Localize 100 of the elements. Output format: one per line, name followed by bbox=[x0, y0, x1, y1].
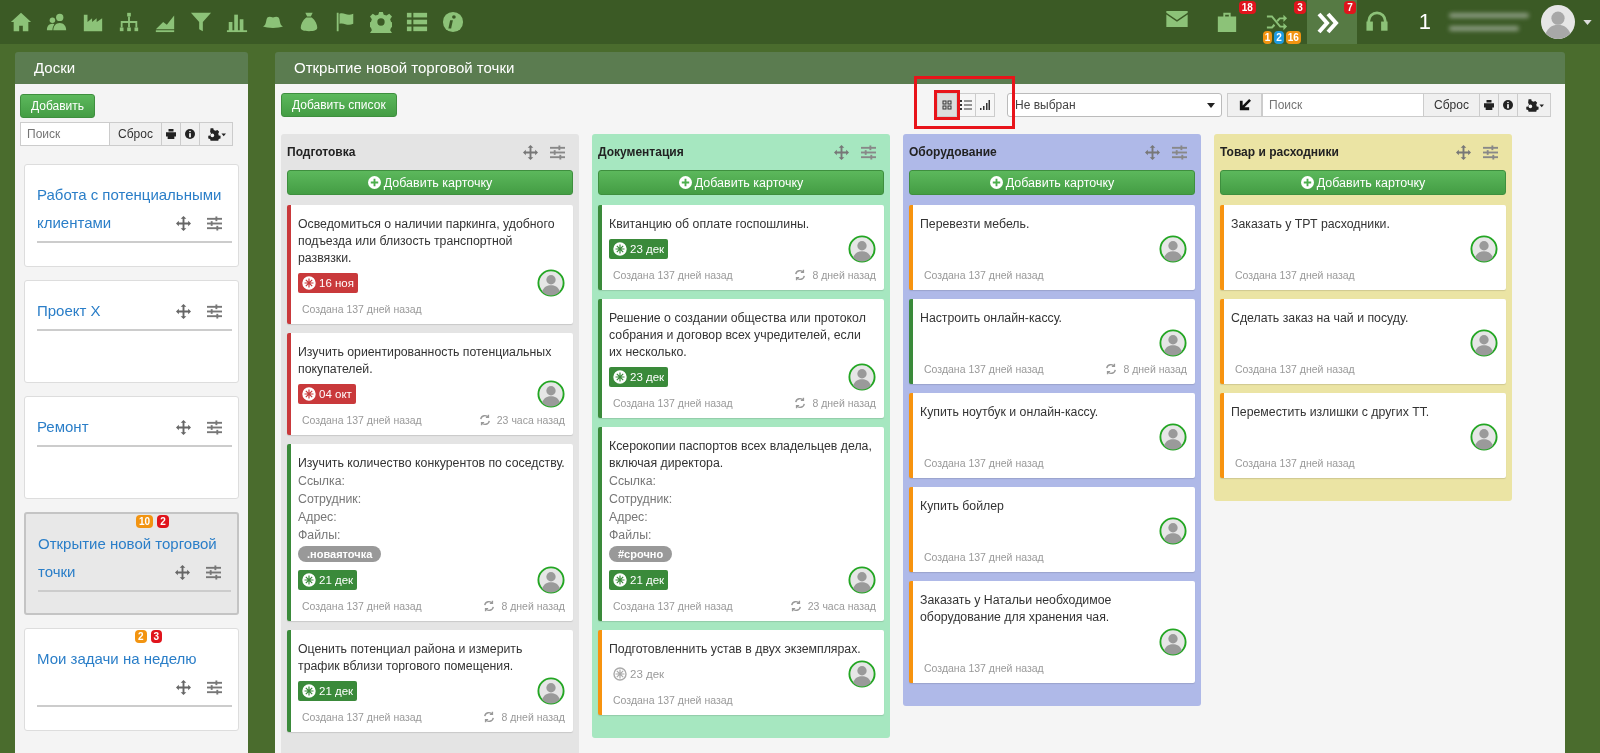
task-card[interactable]: Квитанцию об оплате госпошлины. 23 дек Создана 137 дней назад 8 дней назад bbox=[598, 205, 884, 290]
field-label: Адрес: bbox=[298, 509, 338, 526]
header-button[interactable]: 18 bbox=[1206, 0, 1257, 44]
board-title[interactable]: Мои задачи на неделю bbox=[37, 645, 232, 701]
task-card[interactable]: Перевезти мебель. Создана 137 дней назад bbox=[909, 205, 1195, 290]
search-field[interactable]: Поиск bbox=[1262, 93, 1424, 117]
print-button[interactable] bbox=[1480, 93, 1499, 117]
move-icon[interactable] bbox=[523, 144, 538, 160]
settings-icon[interactable] bbox=[370, 11, 392, 33]
home-icon[interactable] bbox=[10, 11, 32, 33]
sliders-icon[interactable] bbox=[207, 420, 222, 435]
sliders-icon[interactable] bbox=[1483, 144, 1498, 160]
task-card[interactable]: Решение о создании общества или протокол собрания и договор всех учредителей, если их несколько. 23 дек Создана 137 дней назад 8 дней назад bbox=[598, 299, 884, 418]
avatar-icon[interactable] bbox=[1541, 5, 1575, 39]
avatar-icon[interactable] bbox=[1470, 329, 1498, 357]
users-icon[interactable] bbox=[46, 11, 68, 33]
filter-select[interactable]: Не выбран bbox=[1007, 93, 1222, 117]
board-title[interactable]: Открытие новой торговой точки bbox=[38, 530, 231, 586]
move-icon[interactable] bbox=[176, 680, 191, 695]
task-card[interactable]: Заказать у ТРТ расходники. Создана 137 дней назад bbox=[1220, 205, 1506, 290]
reset-button[interactable]: Сброс bbox=[1424, 93, 1480, 117]
sliders-icon[interactable] bbox=[1172, 144, 1187, 160]
task-card[interactable]: Изучить количество конкурентов по соседству. Ссылка: Сотрудник: Адрес: Файлы: .новаяточка 21 дек Создана 137 дней назад 8 дней назад bbox=[287, 444, 573, 621]
task-card[interactable]: Настроить онлайн-кассу. Создана 137 дней назад 8 дней назад bbox=[909, 299, 1195, 384]
hierarchy-icon[interactable] bbox=[118, 11, 140, 33]
notification-badge: 3 bbox=[1294, 1, 1306, 14]
board-title[interactable]: Работа с потенциальными клиентами bbox=[37, 181, 232, 237]
add-card-button[interactable]: Добавить карточку bbox=[909, 170, 1195, 195]
bars-view-button[interactable] bbox=[975, 93, 995, 117]
avatar-icon[interactable] bbox=[537, 380, 565, 408]
flag-icon[interactable] bbox=[334, 11, 356, 33]
task-card[interactable]: Изучить ориентированность потенциальных покупателей. 04 окт Создана 137 дней назад 23 часа назад bbox=[287, 333, 573, 435]
move-icon[interactable] bbox=[1456, 144, 1471, 160]
task-card[interactable]: Подготовленнить устав в двух экземплярах. 23 дек Создана 137 дней назад bbox=[598, 630, 884, 715]
list-title: Подготовка bbox=[287, 145, 356, 159]
task-card[interactable]: Оценить потенциал района и измерить трафик вблизи торгового помещения. 21 дек Создана 137 дней назад 8 дней назад bbox=[287, 630, 573, 732]
move-icon[interactable] bbox=[176, 420, 191, 435]
board-card[interactable]: Проект X bbox=[24, 280, 239, 383]
avatar-icon[interactable] bbox=[537, 677, 565, 705]
collapse-button[interactable] bbox=[1227, 93, 1262, 117]
avatar-icon[interactable] bbox=[537, 269, 565, 297]
task-card[interactable]: Заказать у Натальи необходимое оборудование для хранения чая. Создана 137 дней назад bbox=[909, 581, 1195, 683]
avatar-icon[interactable] bbox=[1159, 517, 1187, 545]
board-title[interactable]: Проект X bbox=[37, 297, 232, 325]
avatar-icon[interactable] bbox=[848, 363, 876, 391]
move-icon[interactable] bbox=[834, 144, 849, 160]
sliders-icon[interactable] bbox=[206, 565, 221, 580]
due-date-badge: 21 дек bbox=[298, 570, 358, 590]
card-text: Перевезти мебель. bbox=[920, 216, 1031, 233]
list-icon[interactable] bbox=[406, 11, 428, 33]
add-button[interactable]: Добавить bbox=[20, 94, 96, 118]
task-card[interactable]: Купить ноутбук и онлайн-кассу. Создана 137 дней назад bbox=[909, 393, 1195, 478]
avatar-icon[interactable] bbox=[1159, 423, 1187, 451]
info-icon[interactable] bbox=[442, 11, 464, 33]
avatar-icon[interactable] bbox=[848, 566, 876, 594]
reset-button[interactable]: Сброс bbox=[110, 122, 162, 146]
board-card[interactable]: Ремонт bbox=[24, 396, 239, 499]
board-title[interactable]: Ремонт bbox=[37, 413, 232, 441]
move-icon[interactable] bbox=[176, 304, 191, 319]
updated-time: 8 дней назад bbox=[501, 711, 565, 723]
avatar-icon[interactable] bbox=[1159, 628, 1187, 656]
add-card-button[interactable]: Добавить карточку bbox=[598, 170, 884, 195]
task-card[interactable]: Переместить излишки с других ТТ. Создана 137 дней назад bbox=[1220, 393, 1506, 478]
filter-icon[interactable] bbox=[190, 11, 212, 33]
money-bag-icon[interactable] bbox=[298, 11, 320, 33]
add-card-button[interactable]: Добавить карточку bbox=[287, 170, 573, 195]
header-button[interactable]: 3 1 2 16 bbox=[1256, 0, 1307, 44]
board-card[interactable]: 10 2 Открытие новой торговой точки bbox=[24, 512, 239, 615]
move-icon[interactable] bbox=[176, 216, 191, 231]
sliders-icon[interactable] bbox=[861, 144, 876, 160]
search-field[interactable]: Поиск bbox=[20, 122, 110, 146]
tag-chip[interactable]: .новаяточка bbox=[298, 546, 382, 562]
task-card[interactable]: Сделать заказ на чай и посуду. Создана 137 дней назад bbox=[1220, 299, 1506, 384]
task-card[interactable]: Купить бойлер Создана 137 дней назад bbox=[909, 487, 1195, 572]
info-button[interactable] bbox=[1499, 93, 1518, 117]
tag-chip[interactable]: #срочно bbox=[609, 546, 673, 562]
add-list-button[interactable]: Добавить список bbox=[281, 93, 397, 117]
avatar-icon[interactable] bbox=[848, 235, 876, 263]
avatar-icon[interactable] bbox=[848, 660, 876, 688]
sliders-icon[interactable] bbox=[207, 680, 222, 695]
board-card[interactable]: Работа с потенциальными клиентами bbox=[24, 164, 239, 267]
task-card[interactable]: Осведомиться о наличии паркинга, удобного подъезда или близость транспортной развязки. 16 ноя Создана 137 дней назад bbox=[287, 205, 573, 324]
avatar-icon[interactable] bbox=[1470, 423, 1498, 451]
move-icon[interactable] bbox=[175, 565, 190, 580]
sliders-icon[interactable] bbox=[207, 216, 222, 231]
board-card[interactable]: 2 3 Мои задачи на неделю bbox=[24, 628, 239, 731]
caret-icon[interactable] bbox=[1583, 19, 1592, 25]
sliders-icon[interactable] bbox=[207, 304, 222, 319]
avatar-icon[interactable] bbox=[537, 566, 565, 594]
settings-dropdown[interactable] bbox=[1518, 93, 1551, 117]
move-icon[interactable] bbox=[1145, 144, 1160, 160]
sliders-icon[interactable] bbox=[550, 144, 565, 160]
avatar-icon[interactable] bbox=[1159, 235, 1187, 263]
settings-dropdown[interactable] bbox=[199, 122, 233, 146]
header-button[interactable]: 7 bbox=[1306, 0, 1357, 44]
avatar-icon[interactable] bbox=[1159, 329, 1187, 357]
task-card[interactable]: Ксерокопии паспортов всех владельцев дела, включая директора. Ссылка: Сотрудник: Адрес: Файлы: #срочно 21 дек Создана 137 дней назад 23 часа назад bbox=[598, 427, 884, 621]
avatar-icon[interactable] bbox=[1470, 235, 1498, 263]
grid-view-button[interactable] bbox=[937, 93, 957, 117]
add-card-button[interactable]: Добавить карточку bbox=[1220, 170, 1506, 195]
